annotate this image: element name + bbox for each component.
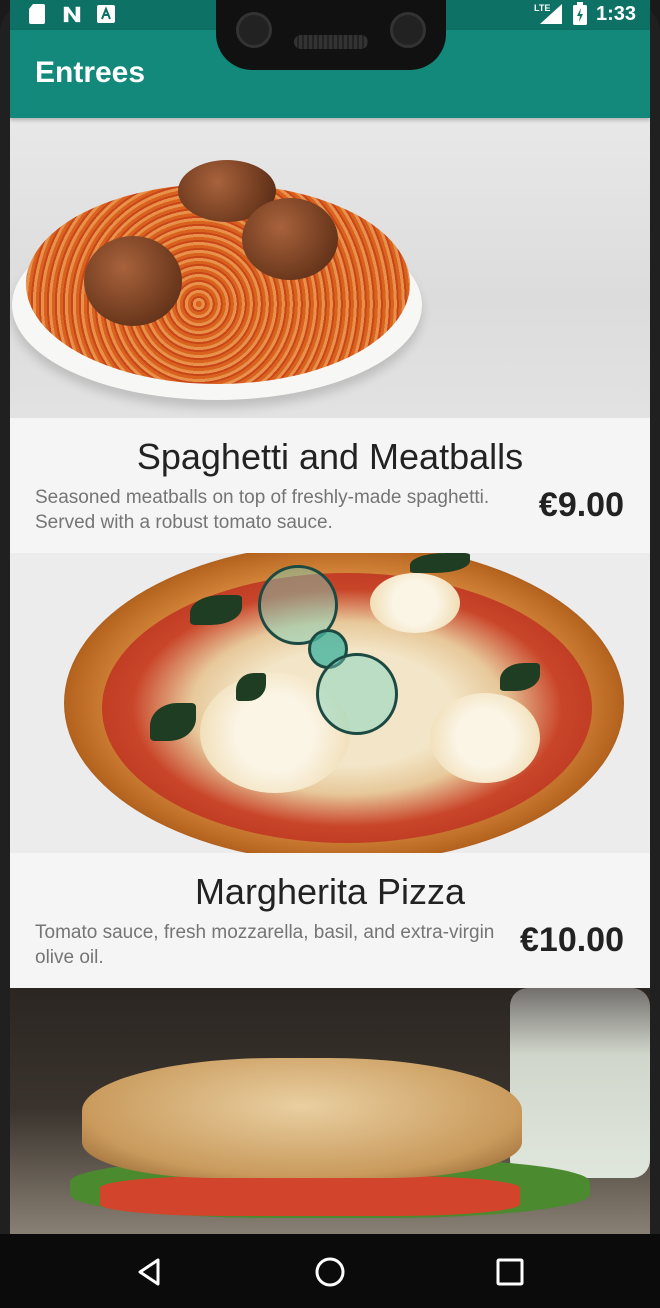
- recents-icon[interactable]: [492, 1254, 528, 1290]
- sauce-jar: [510, 988, 650, 1178]
- meatball: [84, 236, 182, 326]
- device-frame: LTE 1:33 Entrees Spaghetti and Meatballs…: [0, 0, 660, 1308]
- status-time: 1:33: [595, 2, 636, 25]
- dish-price: €10.00: [520, 921, 624, 959]
- battery-charging-icon: [572, 2, 587, 25]
- meatball: [242, 198, 338, 280]
- dish-info: Margherita Pizza Tomato sauce, fresh moz…: [10, 853, 650, 988]
- n-logo-icon: [63, 6, 81, 23]
- dish-description: Tomato sauce, fresh mozzarella, basil, a…: [35, 922, 495, 968]
- page-title: Entrees: [35, 56, 146, 89]
- dish-name: Margherita Pizza: [194, 871, 466, 912]
- lte-signal-icon: LTE: [534, 3, 562, 24]
- front-sensor: [390, 12, 426, 48]
- tomato-slice: [100, 1176, 520, 1216]
- svg-text:LTE: LTE: [534, 3, 550, 13]
- dish-image-pizza: [10, 553, 650, 853]
- dish-name: Spaghetti and Meatballs: [136, 436, 524, 477]
- back-icon[interactable]: [132, 1254, 168, 1290]
- earpiece-speaker: [294, 35, 368, 49]
- dish-image-spaghetti: [10, 118, 650, 418]
- dish-info: Spaghetti and Meatballs Seasoned meatbal…: [10, 418, 650, 553]
- dish-description: Seasoned meatballs on top of freshly-mad…: [35, 487, 490, 533]
- mozzarella: [370, 573, 460, 633]
- menu-item-pizza[interactable]: Margherita Pizza Tomato sauce, fresh moz…: [10, 553, 650, 988]
- home-icon[interactable]: [312, 1254, 348, 1290]
- camera-notch: [216, 0, 446, 70]
- front-camera: [236, 12, 272, 48]
- bread-slice: [82, 1058, 522, 1178]
- menu-list[interactable]: Spaghetti and Meatballs Seasoned meatbal…: [10, 118, 650, 1288]
- touch-indicator: [316, 653, 398, 735]
- dish-price: €9.00: [538, 486, 624, 524]
- text-a-icon: [97, 5, 115, 23]
- screen: LTE 1:33 Entrees Spaghetti and Meatballs…: [10, 0, 650, 1308]
- navigation-bar: [0, 1234, 660, 1308]
- menu-item-spaghetti[interactable]: Spaghetti and Meatballs Seasoned meatbal…: [10, 118, 650, 553]
- sd-card-icon: [29, 4, 45, 24]
- mozzarella: [430, 693, 540, 783]
